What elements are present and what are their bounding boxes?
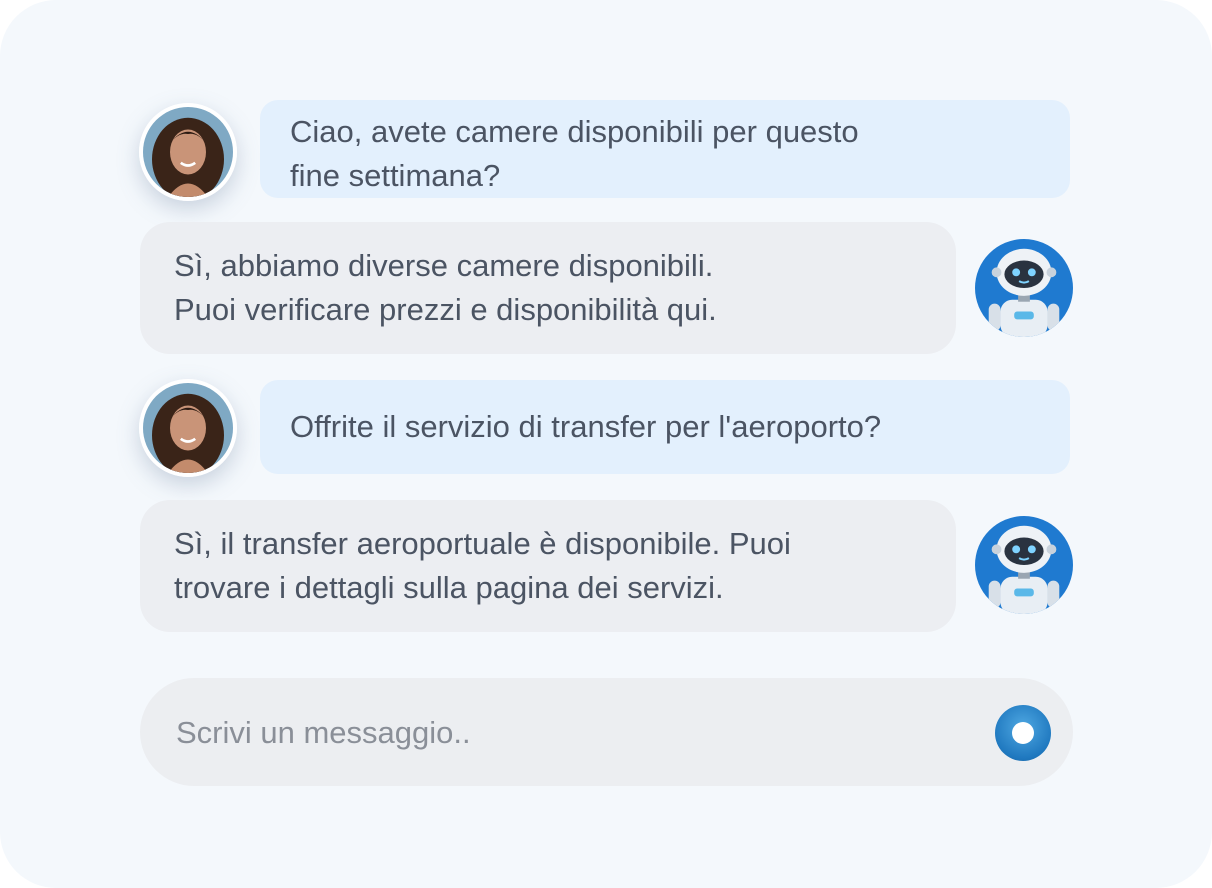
user-avatar-icon [143, 383, 233, 473]
robot-icon [975, 239, 1073, 337]
bot-avatar [975, 239, 1073, 337]
user-avatar [139, 103, 237, 201]
user-avatar-icon [143, 107, 233, 197]
chat-panel: Ciao, avete camere disponibili per quest… [0, 0, 1212, 888]
user-message: Offrite il servizio di transfer per l'ae… [260, 380, 1070, 474]
user-message: Ciao, avete camere disponibili per quest… [260, 100, 1070, 198]
message-text: Sì, il transfer aeroportuale è disponibi… [174, 526, 791, 605]
send-button[interactable] [995, 705, 1051, 761]
message-text: Ciao, avete camere disponibili per quest… [290, 114, 859, 193]
message-composer [140, 678, 1073, 786]
bot-message: Sì, il transfer aeroportuale è disponibi… [140, 500, 956, 632]
user-avatar [139, 379, 237, 477]
robot-icon [975, 516, 1073, 614]
bot-message: Sì, abbiamo diverse camere disponibili. … [140, 222, 956, 354]
message-input[interactable] [174, 704, 958, 762]
message-text: Offrite il servizio di transfer per l'ae… [290, 409, 882, 444]
message-text: Sì, abbiamo diverse camere disponibili. … [174, 248, 717, 327]
bot-avatar [975, 516, 1073, 614]
send-icon [1012, 722, 1034, 744]
